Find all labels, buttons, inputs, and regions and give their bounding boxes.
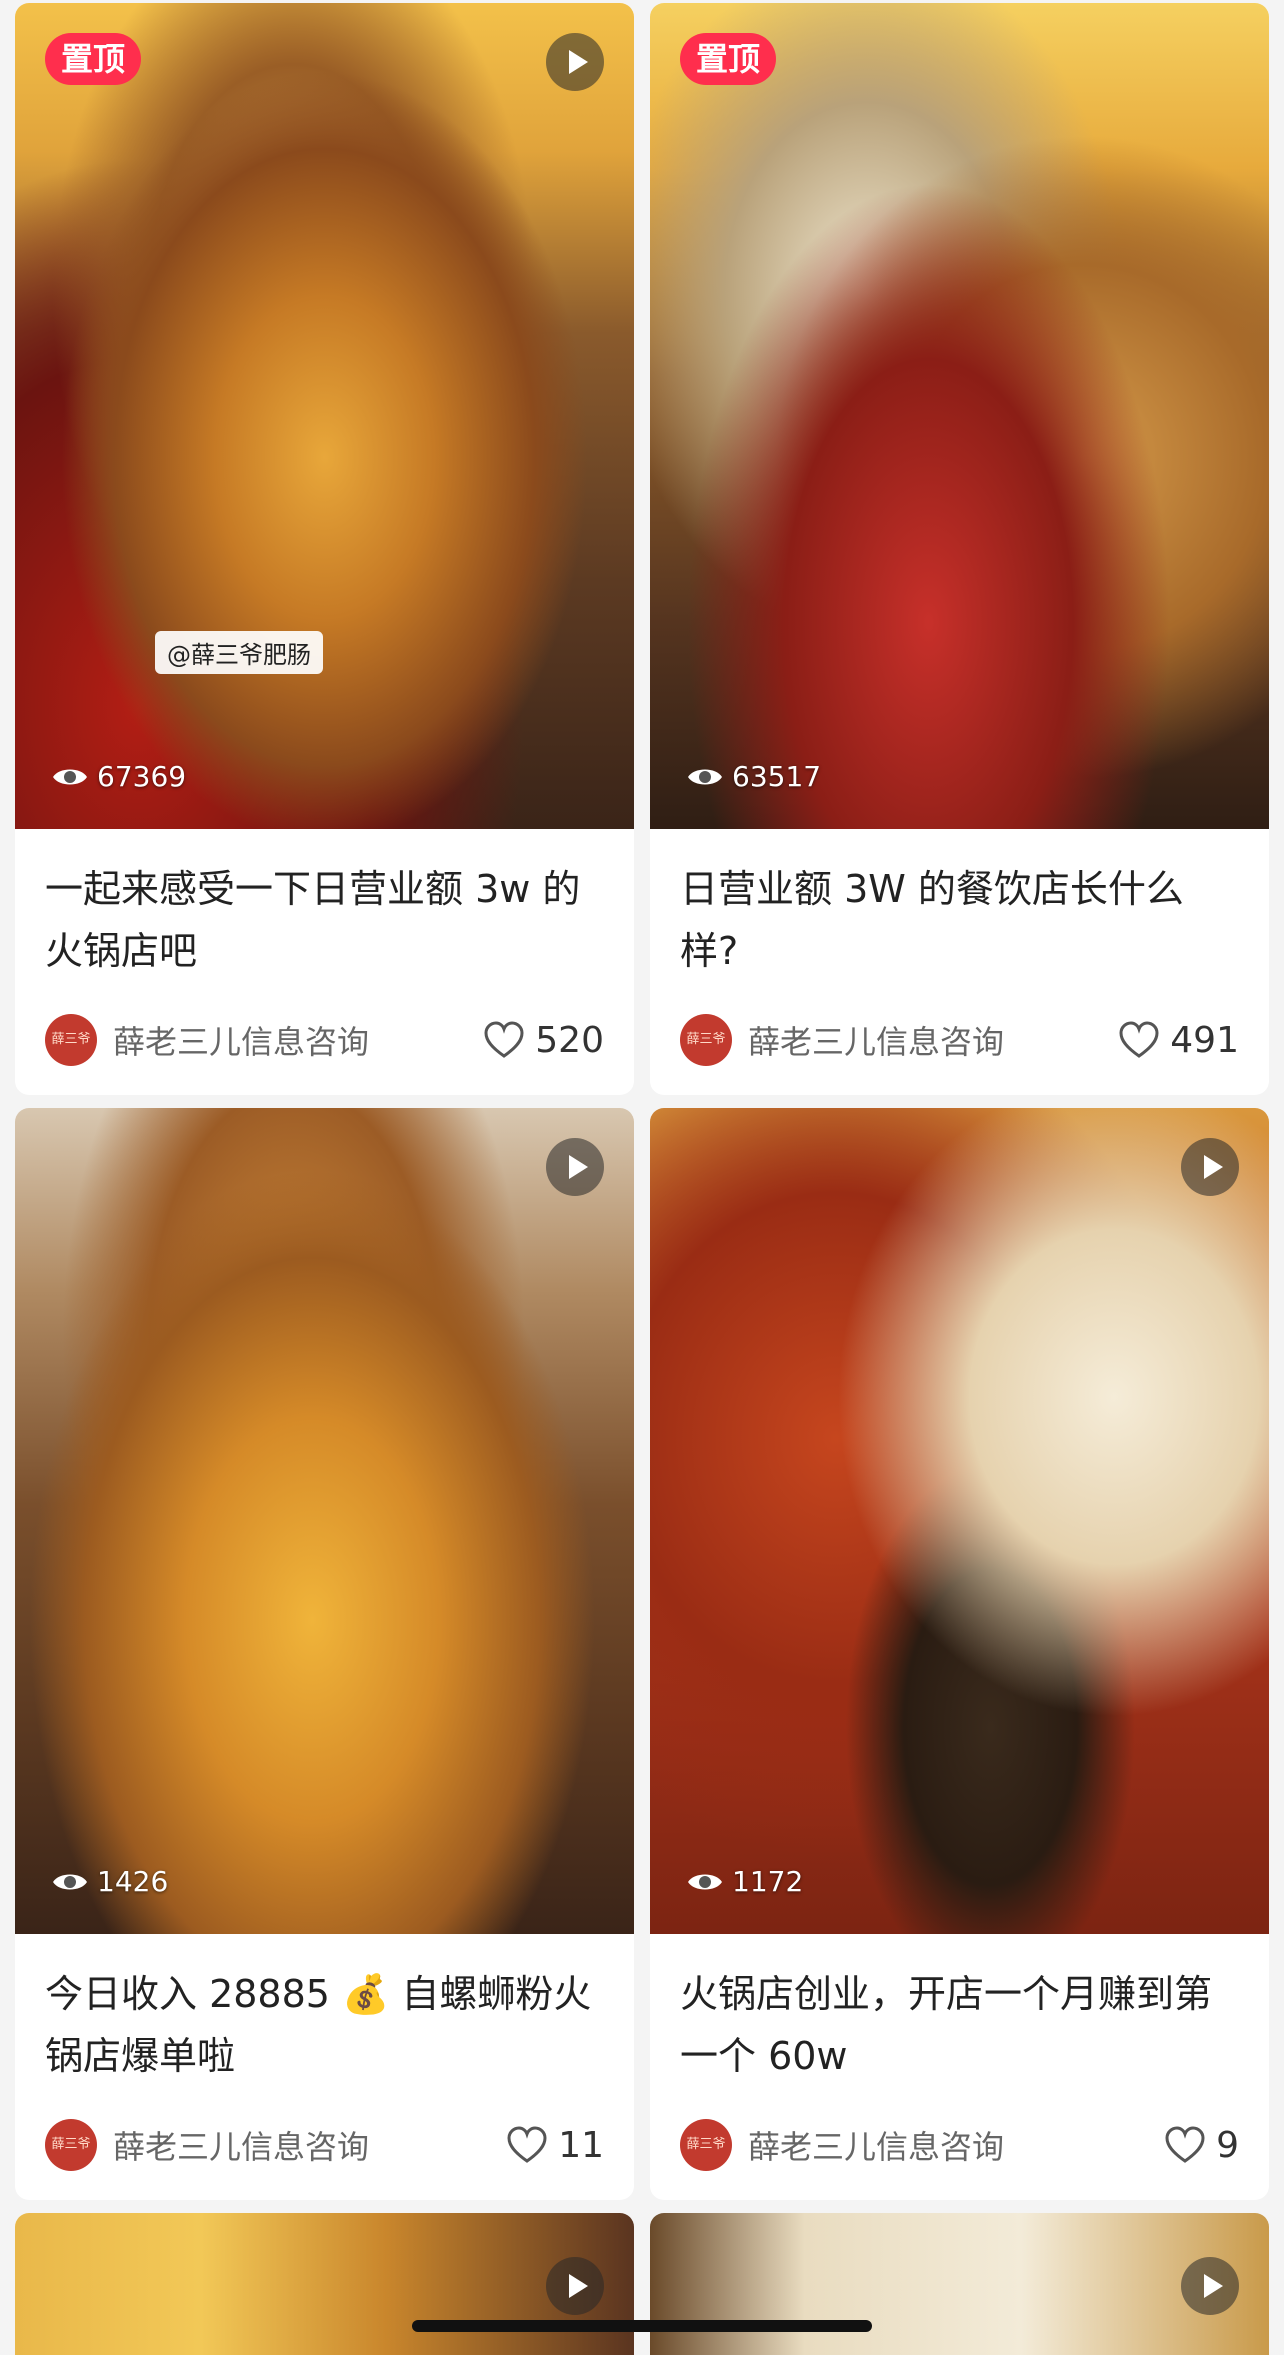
eye-icon xyxy=(688,1874,722,1889)
note-meta: 薛三爷 薛老三儿信息咨询 9 xyxy=(680,2118,1239,2172)
hotpot-photo xyxy=(15,3,634,829)
hotpot-photo xyxy=(15,1108,634,1934)
note-meta: 薛三爷 薛老三儿信息咨询 520 xyxy=(45,1013,604,1067)
play-icon[interactable] xyxy=(1181,1138,1239,1196)
pinned-badge: 置顶 xyxy=(680,33,777,85)
eye-icon xyxy=(53,769,87,784)
home-indicator[interactable] xyxy=(412,2320,872,2332)
like-button[interactable]: 9 xyxy=(1164,2125,1239,2166)
note-card[interactable]: 置顶 @薛三爷肥肠 67369 一起来感受一下日营业额 3w 的火锅店吧 薛三爷… xyxy=(15,3,634,1095)
cover-image[interactable] xyxy=(15,2213,634,2355)
cover-image[interactable] xyxy=(650,2213,1269,2355)
view-count: 63517 xyxy=(686,760,821,793)
note-meta: 薛三爷 薛老三儿信息咨询 11 xyxy=(45,2118,604,2172)
like-button[interactable]: 491 xyxy=(1118,1020,1239,1061)
note-card[interactable]: 置顶 63517 日营业额 3W 的餐饮店长什么样? 薛三爷 薛老三儿信息咨询 … xyxy=(650,3,1269,1095)
pinned-badge: 置顶 xyxy=(45,33,142,85)
note-card[interactable] xyxy=(15,2213,634,2355)
eye-icon xyxy=(53,1874,87,1889)
author-name[interactable]: 薛老三儿信息咨询 xyxy=(748,1017,1118,1063)
author-name[interactable]: 薛老三儿信息咨询 xyxy=(748,2122,1164,2168)
note-card[interactable] xyxy=(650,2213,1269,2355)
play-icon[interactable] xyxy=(546,33,604,91)
note-title[interactable]: 一起来感受一下日营业额 3w 的火锅店吧 xyxy=(45,858,606,982)
eye-icon xyxy=(688,769,722,784)
cover-image[interactable]: 1426 xyxy=(15,1108,634,1934)
view-count-value: 63517 xyxy=(732,760,822,793)
author-name[interactable]: 薛老三儿信息咨询 xyxy=(113,1017,483,1063)
view-count: 1172 xyxy=(686,1865,803,1898)
view-count: 1426 xyxy=(51,1865,168,1898)
play-icon[interactable] xyxy=(1181,2257,1239,2315)
note-title[interactable]: 今日收入 28885 💰 自螺蛳粉火锅店爆单啦 xyxy=(45,1963,606,2087)
avatar[interactable]: 薛三爷 xyxy=(680,1014,732,1066)
note-feed: 置顶 @薛三爷肥肠 67369 一起来感受一下日营业额 3w 的火锅店吧 薛三爷… xyxy=(0,0,1284,2355)
author-name[interactable]: 薛老三儿信息咨询 xyxy=(113,2122,506,2168)
like-count: 9 xyxy=(1216,2124,1239,2166)
avatar[interactable]: 薛三爷 xyxy=(680,2119,732,2171)
note-card[interactable]: 1426 今日收入 28885 💰 自螺蛳粉火锅店爆单啦 薛三爷 薛老三儿信息咨… xyxy=(15,1108,634,2200)
note-meta: 薛三爷 薛老三儿信息咨询 491 xyxy=(680,1013,1239,1067)
note-title[interactable]: 火锅店创业，开店一个月赚到第一个 60w xyxy=(680,1963,1241,2087)
like-button[interactable]: 520 xyxy=(483,1020,604,1061)
cover-image[interactable]: 置顶 63517 xyxy=(650,3,1269,829)
cover-image[interactable]: 置顶 @薛三爷肥肠 67369 xyxy=(15,3,634,829)
avatar[interactable]: 薛三爷 xyxy=(45,2119,97,2171)
image-watermark: @薛三爷肥肠 xyxy=(155,631,323,674)
avatar[interactable]: 薛三爷 xyxy=(45,1014,97,1066)
heart-icon xyxy=(484,1021,524,1058)
view-count-value: 1172 xyxy=(732,1865,804,1898)
note-title[interactable]: 日营业额 3W 的餐饮店长什么样? xyxy=(680,858,1241,982)
like-button[interactable]: 11 xyxy=(506,2125,604,2166)
view-count-value: 1426 xyxy=(97,1865,169,1898)
heart-icon xyxy=(1119,1021,1159,1058)
like-count: 491 xyxy=(1170,1019,1239,1061)
play-icon[interactable] xyxy=(546,1138,604,1196)
heart-icon xyxy=(1165,2126,1205,2163)
like-count: 11 xyxy=(558,2124,604,2166)
restaurant-photo xyxy=(650,3,1269,829)
noodle-hotpot-photo xyxy=(650,1108,1269,1934)
like-count: 520 xyxy=(535,1019,604,1061)
view-count-value: 67369 xyxy=(97,760,187,793)
view-count: 67369 xyxy=(51,760,186,793)
cover-image[interactable]: 1172 xyxy=(650,1108,1269,1934)
heart-icon xyxy=(507,2126,547,2163)
note-card[interactable]: 1172 火锅店创业，开店一个月赚到第一个 60w 薛三爷 薛老三儿信息咨询 9 xyxy=(650,1108,1269,2200)
play-icon[interactable] xyxy=(546,2257,604,2315)
